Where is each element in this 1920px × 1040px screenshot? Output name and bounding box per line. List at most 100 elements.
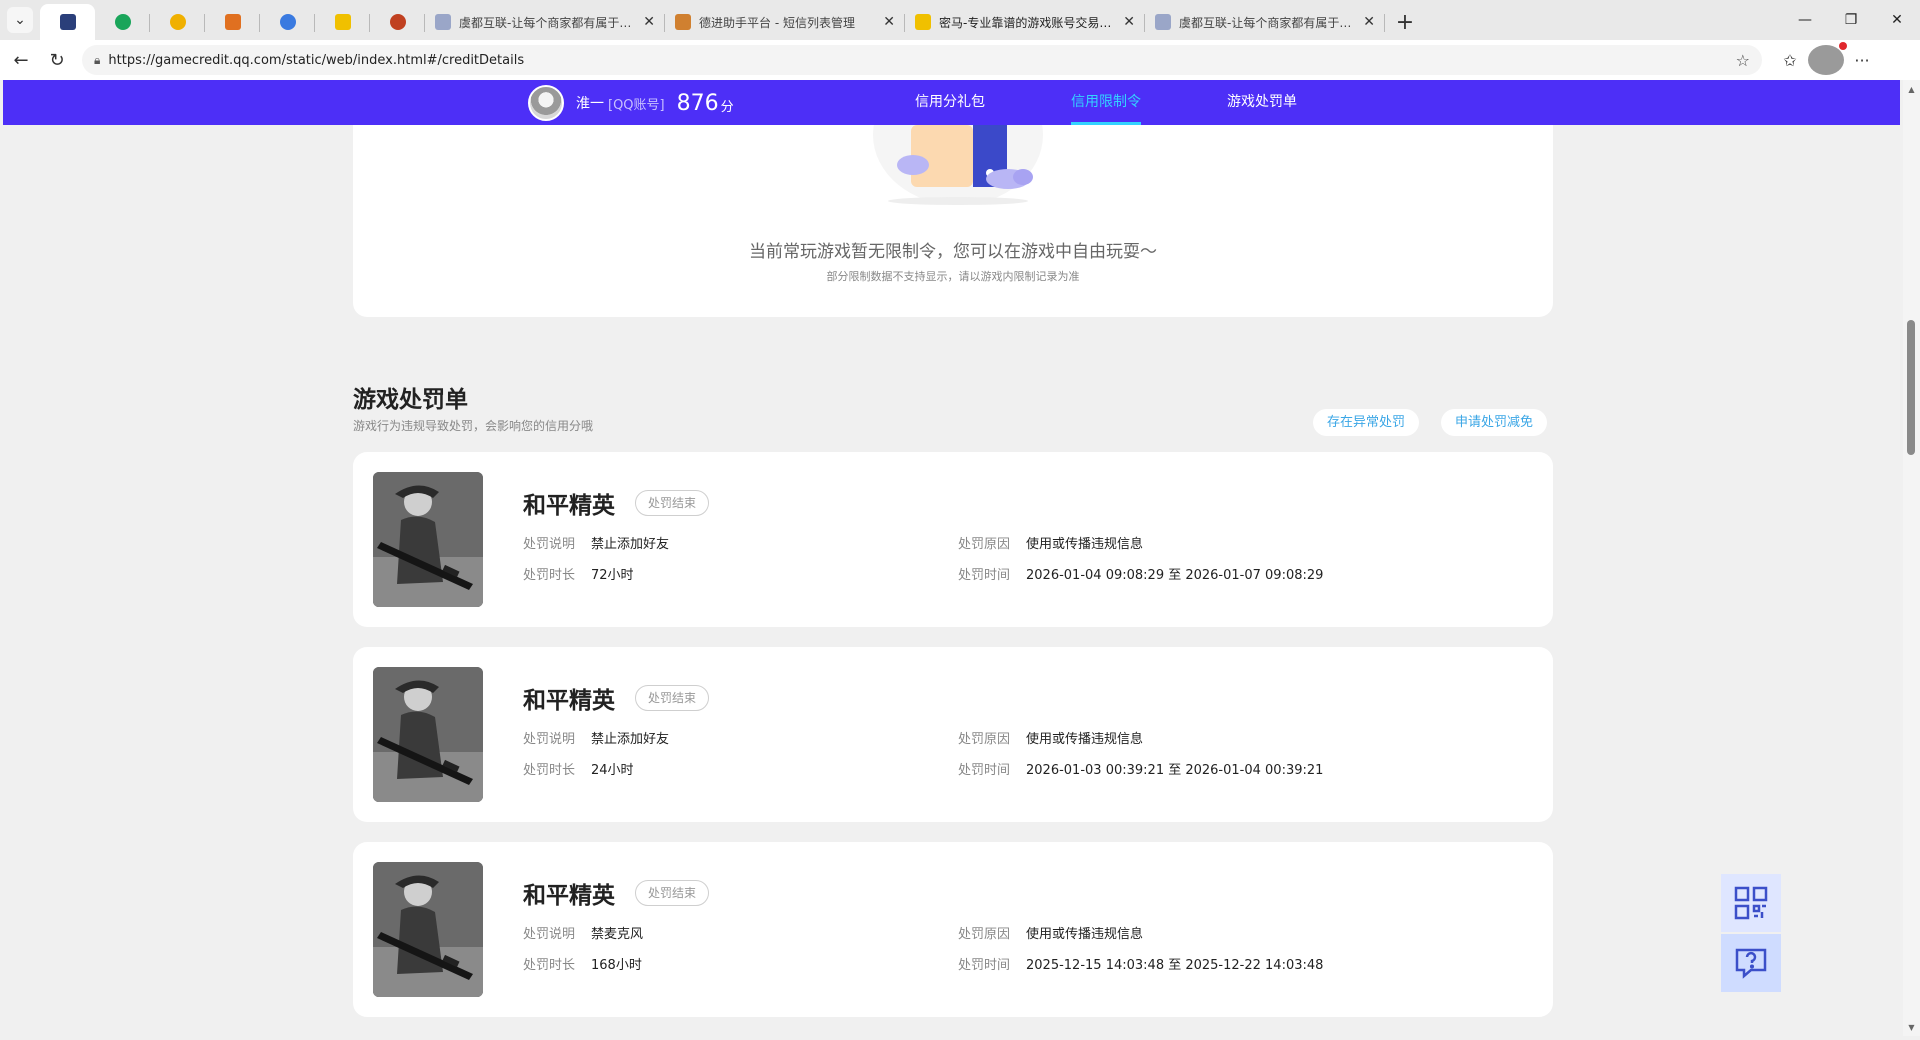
tab-title: 德进助手平台 - 短信列表管理 — [699, 15, 855, 30]
game-name: 和平精英 — [523, 883, 615, 909]
status-badge: 处罚结束 — [635, 490, 710, 516]
tab-title: 虞都互联-让每个商家都有属于自己 — [459, 15, 638, 30]
help-feedback-button[interactable] — [1721, 934, 1781, 992]
more-menu-icon[interactable]: ··· — [1844, 45, 1880, 75]
browser-tab-6[interactable] — [370, 4, 425, 40]
account-type: [QQ账号] — [608, 97, 665, 113]
score-unit: 分 — [720, 100, 734, 115]
penalty-time: 2026-01-04 09:08:29 至 2026-01-07 09:08:2… — [1026, 568, 1324, 583]
chevron-down-icon: ⌄ — [7, 7, 33, 33]
status-badge: 处罚结束 — [635, 685, 710, 711]
time-label: 处罚时间 — [958, 568, 1011, 583]
penalty-time: 2026-01-03 00:39:21 至 2026-01-04 00:39:2… — [1026, 763, 1324, 778]
browser-tab-0[interactable] — [40, 4, 95, 40]
game-cover-image — [373, 667, 483, 802]
duration-label: 处罚时长 — [523, 763, 576, 778]
browser-tab-2[interactable] — [150, 4, 205, 40]
badge-favicon-icon — [279, 14, 296, 30]
nav-game-penalties[interactable]: 游戏处罚单 — [1227, 80, 1297, 125]
new-tab-button[interactable]: + — [1385, 4, 1425, 40]
url-input[interactable]: 🔒︎ https://gamecredit.qq.com/static/web/… — [82, 45, 1762, 75]
desc-label: 处罚说明 — [523, 537, 576, 552]
favorites-icon[interactable]: ✩ — [1772, 45, 1808, 75]
abnormal-penalty-button[interactable]: 存在异常处罚 — [1313, 409, 1420, 436]
site-favicon-icon — [675, 14, 691, 30]
reason-label: 处罚原因 — [958, 537, 1011, 552]
back-arrow-icon[interactable]: ← — [6, 45, 36, 75]
floating-tools — [1721, 874, 1781, 993]
close-tab-icon[interactable]: ✕ — [1363, 14, 1375, 30]
penalties-subtitle: 游戏行为违规导致处罚，会影响您的信用分哦 — [353, 419, 594, 433]
scroll-up-arrow-icon[interactable]: ▲ — [1903, 82, 1920, 96]
star-bookmark-icon[interactable]: ☆ — [1736, 51, 1750, 70]
page-viewport: 淮一 [QQ账号] 876 分 信用分礼包 信用限制令 游戏处罚单 当前常玩游戏… — [3, 80, 1903, 1036]
nav-credit-gift[interactable]: 信用分礼包 — [915, 80, 985, 125]
profile-button[interactable] — [1808, 42, 1847, 75]
penalty-reason: 使用或传播违规信息 — [1026, 927, 1144, 942]
close-tab-icon[interactable]: ✕ — [1123, 14, 1135, 30]
status-badge: 处罚结束 — [635, 880, 710, 906]
reload-icon[interactable]: ↻ — [42, 45, 72, 75]
tab-title: 虞都互联-让每个商家都有属于自己 — [1179, 15, 1358, 30]
browser-tab-5[interactable] — [315, 4, 370, 40]
credit-score: 876 — [676, 90, 719, 116]
time-label: 处罚时间 — [958, 763, 1011, 778]
time-label: 处罚时间 — [958, 958, 1011, 973]
browser-tab-8[interactable]: 德进助手平台 - 短信列表管理 ✕ — [665, 4, 905, 40]
penalty-desc: 禁麦克风 — [591, 927, 644, 942]
scroll-down-arrow-icon[interactable]: ▼ — [1903, 1020, 1920, 1034]
page-scrollbar[interactable]: ▲ ▼ — [1903, 80, 1920, 1036]
tab-list-button[interactable]: ⌄ — [0, 0, 40, 40]
scrollbar-thumb[interactable] — [1907, 320, 1915, 455]
desc-label: 处罚说明 — [523, 732, 576, 747]
lock-icon: 🔒︎ — [94, 52, 101, 67]
empty-state-illustration — [873, 125, 1043, 205]
close-tab-icon[interactable]: ✕ — [643, 14, 655, 30]
qr-code-button[interactable] — [1721, 874, 1781, 932]
penalty-duration: 168小时 — [591, 958, 642, 973]
penalty-desc: 禁止添加好友 — [591, 537, 670, 552]
site-top-nav: 淮一 [QQ账号] 876 分 信用分礼包 信用限制令 游戏处罚单 — [3, 80, 1900, 125]
browser-tab-strip: ⌄ 虞都互联-让每个商家都有属于自己 ✕ 德进助手平台 - 短信列表管理 ✕ 密… — [0, 0, 1920, 40]
nav-credit-limits[interactable]: 信用限制令 — [1071, 80, 1141, 125]
restore-icon[interactable]: ❐ — [1828, 0, 1874, 40]
penalty-time: 2025-12-15 14:03:48 至 2025-12-22 14:03:4… — [1026, 958, 1324, 973]
user-name: 淮一 — [576, 96, 604, 112]
browser-tab-4[interactable] — [260, 4, 315, 40]
nav-links: 信用分礼包 信用限制令 游戏处罚单 — [915, 80, 1383, 125]
game-cover-image — [373, 472, 483, 607]
mascot-favicon-icon — [224, 14, 241, 30]
profile-avatar-icon — [1808, 42, 1847, 75]
penalty-reason: 使用或传播违规信息 — [1026, 732, 1144, 747]
site-favicon-icon — [915, 14, 931, 30]
reason-label: 处罚原因 — [958, 927, 1011, 942]
browser-tab-7[interactable]: 虞都互联-让每个商家都有属于自己 ✕ — [425, 4, 665, 40]
penalty-card: 和平精英 处罚结束 处罚说明 禁麦克风 处罚原因 使用或传播违规信息 处罚时长 168… — [353, 842, 1553, 1017]
shield-favicon-icon — [59, 14, 76, 30]
url-text[interactable]: https://gamecredit.qq.com/static/web/ind… — [108, 53, 1735, 68]
apply-reduction-button[interactable]: 申请处罚减免 — [1441, 409, 1548, 436]
limits-empty-message: 当前常玩游戏暂无限制令，您可以在游戏中自由玩耍～ — [749, 242, 1157, 262]
game-cover-image — [373, 862, 483, 997]
limits-card: 当前常玩游戏暂无限制令，您可以在游戏中自由玩耍～ 部分限制数据不支持显示，请以游… — [353, 125, 1553, 317]
close-window-icon[interactable]: ✕ — [1874, 0, 1920, 40]
site-favicon-icon — [435, 14, 451, 30]
close-tab-icon[interactable]: ✕ — [883, 14, 895, 30]
browser-tab-9[interactable]: 密马-专业靠谱的游戏账号交易平台 ✕ — [905, 4, 1145, 40]
duration-label: 处罚时长 — [523, 568, 576, 583]
browser-tab-3[interactable] — [205, 4, 260, 40]
browser-tab-10[interactable]: 虞都互联-让每个商家都有属于自己 ✕ — [1145, 4, 1385, 40]
address-bar-row: ← ↻ 🔒︎ https://gamecredit.qq.com/static/… — [0, 40, 1920, 80]
browser-tab-1[interactable] — [95, 4, 150, 40]
cat-favicon-icon — [389, 14, 406, 30]
penalty-card: 和平精英 处罚结束 处罚说明 禁止添加好友 处罚原因 使用或传播违规信息 处罚时长 7… — [353, 452, 1553, 627]
minimize-icon[interactable]: — — [1782, 0, 1828, 40]
penalty-duration: 72小时 — [591, 568, 634, 583]
game-name: 和平精英 — [523, 688, 615, 714]
help-chat-icon — [1735, 948, 1767, 979]
user-avatar[interactable] — [528, 85, 564, 121]
penalty-card: 和平精英 处罚结束 处罚说明 禁止添加好友 处罚原因 使用或传播违规信息 处罚时长 2… — [353, 647, 1553, 822]
tab-title: 密马-专业靠谱的游戏账号交易平台 — [939, 15, 1118, 30]
penalty-reason: 使用或传播违规信息 — [1026, 537, 1144, 552]
penalties-title: 游戏处罚单 — [353, 387, 468, 413]
